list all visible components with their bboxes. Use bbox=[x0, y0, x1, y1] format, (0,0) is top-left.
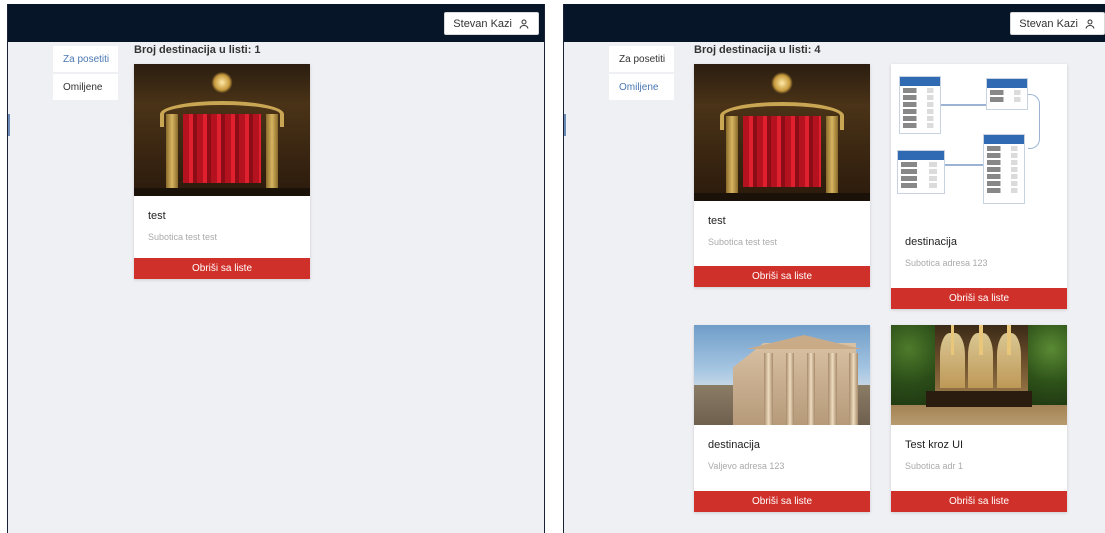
left-app-window: Stevan Kazi Za posetiti Omiljene Broj de… bbox=[7, 4, 545, 533]
tab-omiljene[interactable]: Omiljene bbox=[609, 74, 674, 100]
card-title: destinacija bbox=[708, 439, 760, 451]
tab-za-posetiti[interactable]: Za posetiti bbox=[53, 46, 118, 72]
destination-card: destinacija Subotica adresa 123 Obriši s… bbox=[891, 64, 1067, 309]
remove-from-list-button[interactable]: Obriši sa liste bbox=[694, 491, 870, 512]
remove-from-list-button[interactable]: Obriši sa liste bbox=[694, 266, 870, 287]
top-navbar: Stevan Kazi bbox=[8, 4, 544, 42]
card-title: test bbox=[148, 210, 166, 222]
destination-card: Test kroz UI Subotica adr 1 Obriši sa li… bbox=[891, 325, 1067, 512]
database-diagram-image bbox=[891, 64, 1067, 222]
user-menu-button[interactable]: Stevan Kazi bbox=[1010, 12, 1105, 35]
building-image bbox=[694, 325, 870, 425]
user-icon bbox=[519, 19, 529, 29]
remove-from-list-button[interactable]: Obriši sa liste bbox=[891, 288, 1067, 309]
card-subtitle: Subotica test test bbox=[708, 237, 778, 247]
card-title: test bbox=[708, 215, 726, 227]
remove-from-list-button[interactable]: Obriši sa liste bbox=[134, 258, 310, 279]
destination-card: destinacija Valjevo adresa 123 Obriši sa… bbox=[694, 325, 870, 512]
card-subtitle: Subotica adresa 123 bbox=[905, 258, 988, 268]
card-subtitle: Subotica test test bbox=[148, 232, 218, 242]
destination-card: test Subotica test test Obriši sa liste bbox=[134, 64, 310, 279]
user-name: Stevan Kazi bbox=[1019, 17, 1078, 30]
tab-za-posetiti[interactable]: Za posetiti bbox=[609, 46, 674, 72]
restaurant-image bbox=[891, 325, 1067, 425]
card-title: destinacija bbox=[905, 236, 957, 248]
right-app-window: Stevan Kazi Za posetiti Omiljene Broj de… bbox=[563, 4, 1105, 533]
top-navbar: Stevan Kazi bbox=[564, 4, 1105, 42]
destination-count: Broj destinacija u listi: 1 bbox=[134, 44, 261, 56]
remove-from-list-button[interactable]: Obriši sa liste bbox=[891, 491, 1067, 512]
tab-omiljene[interactable]: Omiljene bbox=[53, 74, 118, 100]
side-scroll-indicator bbox=[8, 114, 10, 136]
theater-image bbox=[694, 64, 870, 201]
destination-card: test Subotica test test Obriši sa liste bbox=[694, 64, 870, 287]
theater-image bbox=[134, 64, 310, 196]
user-name: Stevan Kazi bbox=[453, 17, 512, 30]
user-menu-button[interactable]: Stevan Kazi bbox=[444, 12, 539, 35]
card-title: Test kroz UI bbox=[905, 439, 964, 451]
user-icon bbox=[1085, 19, 1095, 29]
card-subtitle: Subotica adr 1 bbox=[905, 461, 964, 471]
sidebar: Za posetiti Omiljene bbox=[53, 46, 118, 100]
side-scroll-indicator bbox=[564, 114, 566, 136]
card-subtitle: Valjevo adresa 123 bbox=[708, 461, 785, 471]
sidebar: Za posetiti Omiljene bbox=[609, 46, 674, 100]
destination-count: Broj destinacija u listi: 4 bbox=[694, 44, 821, 56]
